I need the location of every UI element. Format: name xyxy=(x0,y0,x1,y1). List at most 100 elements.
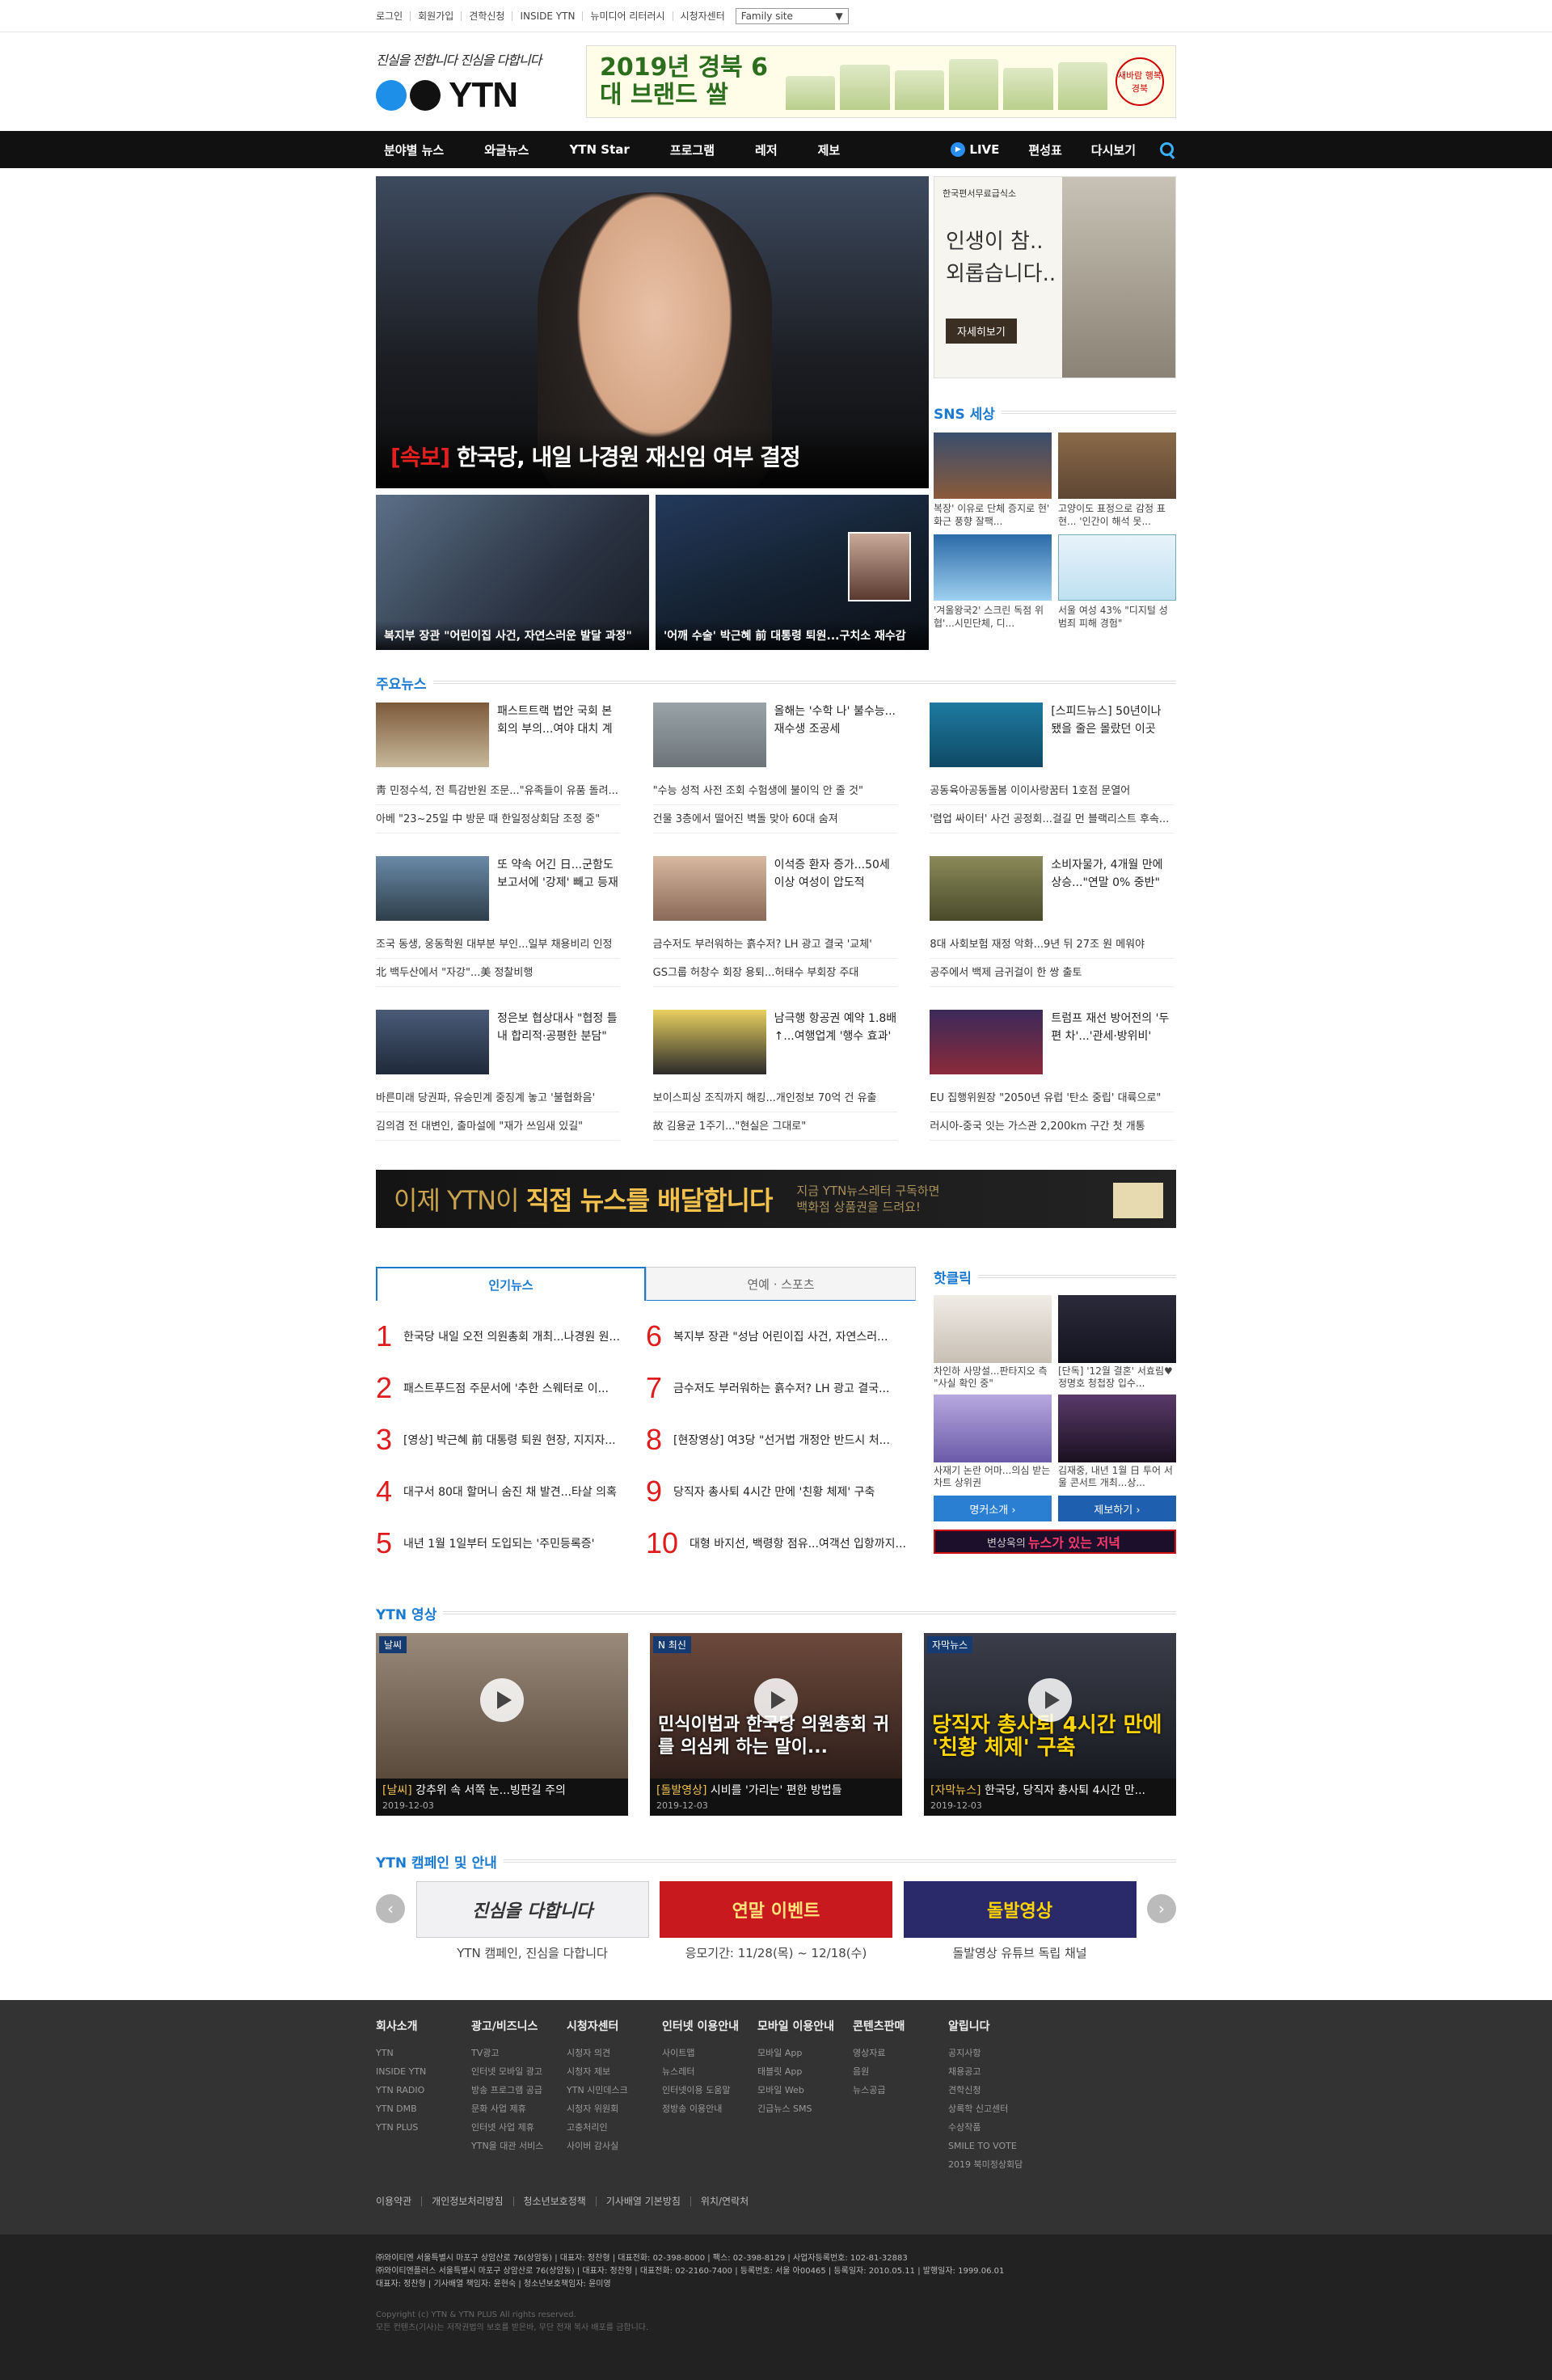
footer-link[interactable]: YTN RADIO xyxy=(376,2081,471,2099)
nav-ytn-star[interactable]: YTN Star xyxy=(549,142,649,157)
rank-item[interactable]: 5 내년 1월 1일부터 도입되는 '주민등록증' xyxy=(376,1517,646,1569)
footer-link[interactable]: 모바일 Web xyxy=(757,2081,853,2099)
hotclick-item[interactable]: 김재중, 내년 1월 日 투어 서울 콘서트 개최...상... xyxy=(1058,1395,1176,1491)
sns-item[interactable]: '겨울왕국2' 스크린 독점 위협'...시민단체, 디... xyxy=(934,534,1052,631)
rank-item[interactable]: 1 한국당 내일 오전 의원총회 개최...나경원 원... xyxy=(376,1310,646,1362)
hotclick-item[interactable]: 사재기 논란 어마...의심 받는 차트 상위권 xyxy=(934,1395,1052,1491)
footer-link[interactable]: 채용공고 xyxy=(948,2062,1044,2081)
search-icon[interactable] xyxy=(1158,141,1176,158)
play-icon[interactable] xyxy=(754,1678,798,1722)
media-literacy-link[interactable]: 뉴미디어 리터러시 xyxy=(582,11,672,21)
footer-link[interactable]: 인터넷이용 도움말 xyxy=(662,2081,757,2099)
login-link[interactable]: 로그인 xyxy=(376,11,410,21)
footer-link[interactable]: TV광고 xyxy=(471,2044,567,2062)
footer-link[interactable]: 뉴스공급 xyxy=(853,2081,948,2099)
sns-item[interactable]: 고양이도 표정으로 감정 표현... '인간이 해석 못... xyxy=(1058,433,1176,530)
footer-link[interactable]: 방송 프로그램 공급 xyxy=(471,2081,567,2099)
nav-waggle-news[interactable]: 와글뉴스 xyxy=(464,141,549,158)
sns-item[interactable]: 복장' 이유로 단체 증지로 현' 화근 풍향 잘팩... xyxy=(934,433,1052,530)
nav-schedule[interactable]: 편성표 xyxy=(1014,141,1076,158)
viewer-center-link[interactable]: 시청자센터 xyxy=(672,11,732,21)
major-news-top[interactable]: 패스트트랙 법안 국회 본회의 부의...여야 대치 계속 xyxy=(376,703,620,769)
news-list-item[interactable]: 금수저도 부러워하는 흙수저? LH 광고 결국 '교체' xyxy=(652,930,897,959)
news-list-item[interactable]: 조국 동생, 웅동학원 대부분 부인...일부 채용비리 인정 xyxy=(376,930,620,959)
chevron-left-icon[interactable]: ‹ xyxy=(376,1894,405,1923)
play-icon[interactable] xyxy=(480,1678,524,1722)
report-tip-button[interactable]: 제보하기 › xyxy=(1058,1496,1176,1521)
news-list-item[interactable]: 北 백두산에서 "자강"...美 정찰비행 xyxy=(376,959,620,987)
footer-link[interactable]: YTN을 대관 서비스 xyxy=(471,2137,567,2155)
footer-link[interactable]: 공지사항 xyxy=(948,2044,1044,2062)
footer-link[interactable]: 2019 북미정상회담 xyxy=(948,2155,1044,2174)
hero-sub-article-1[interactable]: 복지부 장관 "어린이집 사건, 자연스러운 발달 과정" xyxy=(376,495,649,650)
side-ad-banner[interactable]: 한국편서무료급식소 인생이 참.. 외롭습니다.. 자세히보기 xyxy=(934,176,1176,378)
header-ad-banner[interactable]: 2019년 경북 6대 브랜드 쌀 새바람 행복경북 xyxy=(586,45,1176,118)
footer-link[interactable]: 영상자료 xyxy=(853,2044,948,2062)
evening-news-banner[interactable]: 변상욱의 뉴스가 있는 저녁 xyxy=(934,1530,1176,1554)
signup-link[interactable]: 회원가입 xyxy=(410,11,461,21)
major-news-top[interactable]: 또 약속 어긴 日...군함도 보고서에 '강제' 빼고 등재 xyxy=(376,856,620,922)
nav-live[interactable]: ▶ LIVE xyxy=(936,142,1014,157)
nav-section-news[interactable]: 분야별 뉴스 xyxy=(376,141,464,158)
footer-link[interactable]: 견학신청 xyxy=(948,2081,1044,2099)
news-list-item[interactable]: 故 김용균 1주기..."현실은 그대로" xyxy=(652,1112,897,1141)
footer-link[interactable]: 인터넷 사업 제휴 xyxy=(471,2118,567,2137)
footer-link[interactable]: INSIDE YTN xyxy=(376,2062,471,2081)
footer-link[interactable]: 시청자 의견 xyxy=(567,2044,662,2062)
privacy-link[interactable]: 개인정보처리방침 xyxy=(421,2196,512,2206)
news-list-item[interactable]: 공동육아공동돌봄 이이사랑꿈터 1호점 문열어 xyxy=(930,777,1175,805)
rank-item[interactable]: 6 복지부 장관 "성남 어린이집 사건, 자연스러... xyxy=(646,1310,916,1362)
location-link[interactable]: 위치/연락처 xyxy=(690,2196,758,2206)
major-news-top[interactable]: [스피드뉴스] 50년이나 됐을 줄은 몰랐던 이곳 xyxy=(930,703,1174,769)
campaign-item[interactable]: 돌발영상 돌발영상 유튜브 독립 채널 xyxy=(903,1881,1137,1961)
video-item[interactable]: 자막뉴스 당직자 총사퇴 4시간 만에 '친황 체제' 구축 [자막뉴스] 한국당… xyxy=(924,1633,1176,1816)
campaign-item[interactable]: 연말 이벤트 응모기간: 11/28(목) ~ 12/18(수) xyxy=(660,1881,892,1961)
footer-link[interactable]: 상록학 신고센터 xyxy=(948,2099,1044,2118)
major-news-top[interactable]: 이석증 환자 증가...50세 이상 여성이 압도적 xyxy=(652,856,897,922)
major-news-top[interactable]: 정은보 협상대사 "협정 틀 내 합리적·공평한 분담" xyxy=(376,1010,620,1076)
ytn-logo[interactable]: 진실을 전합니다 진심을 다합니다 YTN xyxy=(376,49,546,115)
rank-item[interactable]: 10 대형 바지선, 백령항 점유...여객선 입항까지... xyxy=(646,1517,916,1569)
footer-link[interactable]: 문화 사업 제휴 xyxy=(471,2099,567,2118)
video-item[interactable]: 날씨 [날씨] 강추위 속 서쪽 눈...빙판길 주의 2019-12-03 xyxy=(376,1633,628,1816)
rank-item[interactable]: 7 금수저도 부러워하는 흙수저? LH 광고 결국... xyxy=(646,1362,916,1414)
footer-link[interactable]: 모바일 App xyxy=(757,2044,853,2062)
footer-link[interactable]: 사이버 감사실 xyxy=(567,2137,662,2155)
news-list-item[interactable]: 건물 3층에서 떨어진 벽돌 맞아 60대 숨져 xyxy=(652,805,897,833)
footer-link[interactable]: 시청자 제보 xyxy=(567,2062,662,2081)
play-icon[interactable] xyxy=(1028,1678,1072,1722)
anchor-intro-button[interactable]: 명커소개 › xyxy=(934,1496,1052,1521)
news-list-item[interactable]: 아베 "23~25일 中 방문 때 한일정상회담 조정 중" xyxy=(376,805,620,833)
news-list-item[interactable]: '렴업 싸이터' 사건 공정회...걸길 먼 블랙리스트 후속... xyxy=(930,805,1175,833)
inside-ytn-link[interactable]: INSIDE YTN xyxy=(512,11,582,21)
rank-item[interactable]: 9 당직자 총사퇴 4시간 만에 '친황 체제' 구축 xyxy=(646,1466,916,1517)
newsletter-banner[interactable]: 이제 YTN이 직접 뉴스를 배달합니다 지금 YTN뉴스레터 구독하면 백화점 … xyxy=(376,1170,1176,1228)
footer-link[interactable]: 음원 xyxy=(853,2062,948,2081)
tab-popular-news[interactable]: 인기뉴스 xyxy=(376,1267,646,1301)
footer-link[interactable]: SMILE TO VOTE xyxy=(948,2137,1044,2155)
rank-item[interactable]: 2 패스트푸드점 주문서에 '추한 스웨터로 이... xyxy=(376,1362,646,1414)
footer-link[interactable]: 뉴스레터 xyxy=(662,2062,757,2081)
major-news-top[interactable]: 소비자물가, 4개월 만에 상승..."연말 0% 중반" xyxy=(930,856,1174,922)
major-news-top[interactable]: 트럼프 재선 방어전의 '두 편 차'...'관세·방위비' xyxy=(930,1010,1174,1076)
hero-main-article[interactable]: [속보] 한국당, 내일 나경원 재신임 여부 결정 xyxy=(376,176,929,488)
tour-link[interactable]: 견학신청 xyxy=(461,11,512,21)
news-list-item[interactable]: GS그룹 허창수 회장 용퇴...허태수 부회장 주대 xyxy=(652,959,897,987)
footer-link[interactable]: 사이트맵 xyxy=(662,2044,757,2062)
major-news-top[interactable]: 올해는 '수학 나' 불수능...재수생 조공세 xyxy=(652,703,897,769)
news-list-item[interactable]: 바른미래 당권파, 유승민계 중징계 놓고 '불협화음' xyxy=(376,1084,620,1112)
footer-link[interactable]: 긴급뉴스 SMS xyxy=(757,2099,853,2118)
major-news-top[interactable]: 남극행 항공권 예약 1.8배↑...여행업계 '행수 효과' xyxy=(652,1010,897,1076)
footer-link[interactable]: 정방송 이용안내 xyxy=(662,2099,757,2118)
nav-program[interactable]: 프로그램 xyxy=(650,141,735,158)
hotclick-item[interactable]: 차인하 사망설...판타지오 측 "사실 확인 중" xyxy=(934,1295,1052,1391)
news-list-item[interactable]: 靑 민정수석, 전 특감반원 조문..."유족들이 유품 돌려... xyxy=(376,777,620,805)
nav-replay[interactable]: 다시보기 xyxy=(1077,141,1150,158)
news-list-item[interactable]: EU 집행위원장 "2050년 유럽 '탄소 중립' 대륙으로" xyxy=(930,1084,1175,1112)
news-list-item[interactable]: "수능 성적 사전 조회 수험생에 불이익 안 줄 것" xyxy=(652,777,897,805)
nav-report[interactable]: 제보 xyxy=(798,141,861,158)
nav-leisure[interactable]: 레저 xyxy=(735,141,798,158)
footer-link[interactable]: YTN xyxy=(376,2044,471,2062)
footer-link[interactable]: YTN PLUS xyxy=(376,2118,471,2137)
hotclick-item[interactable]: [단독] '12월 결혼' 서효림♥정명호 청첩장 입수... xyxy=(1058,1295,1176,1391)
